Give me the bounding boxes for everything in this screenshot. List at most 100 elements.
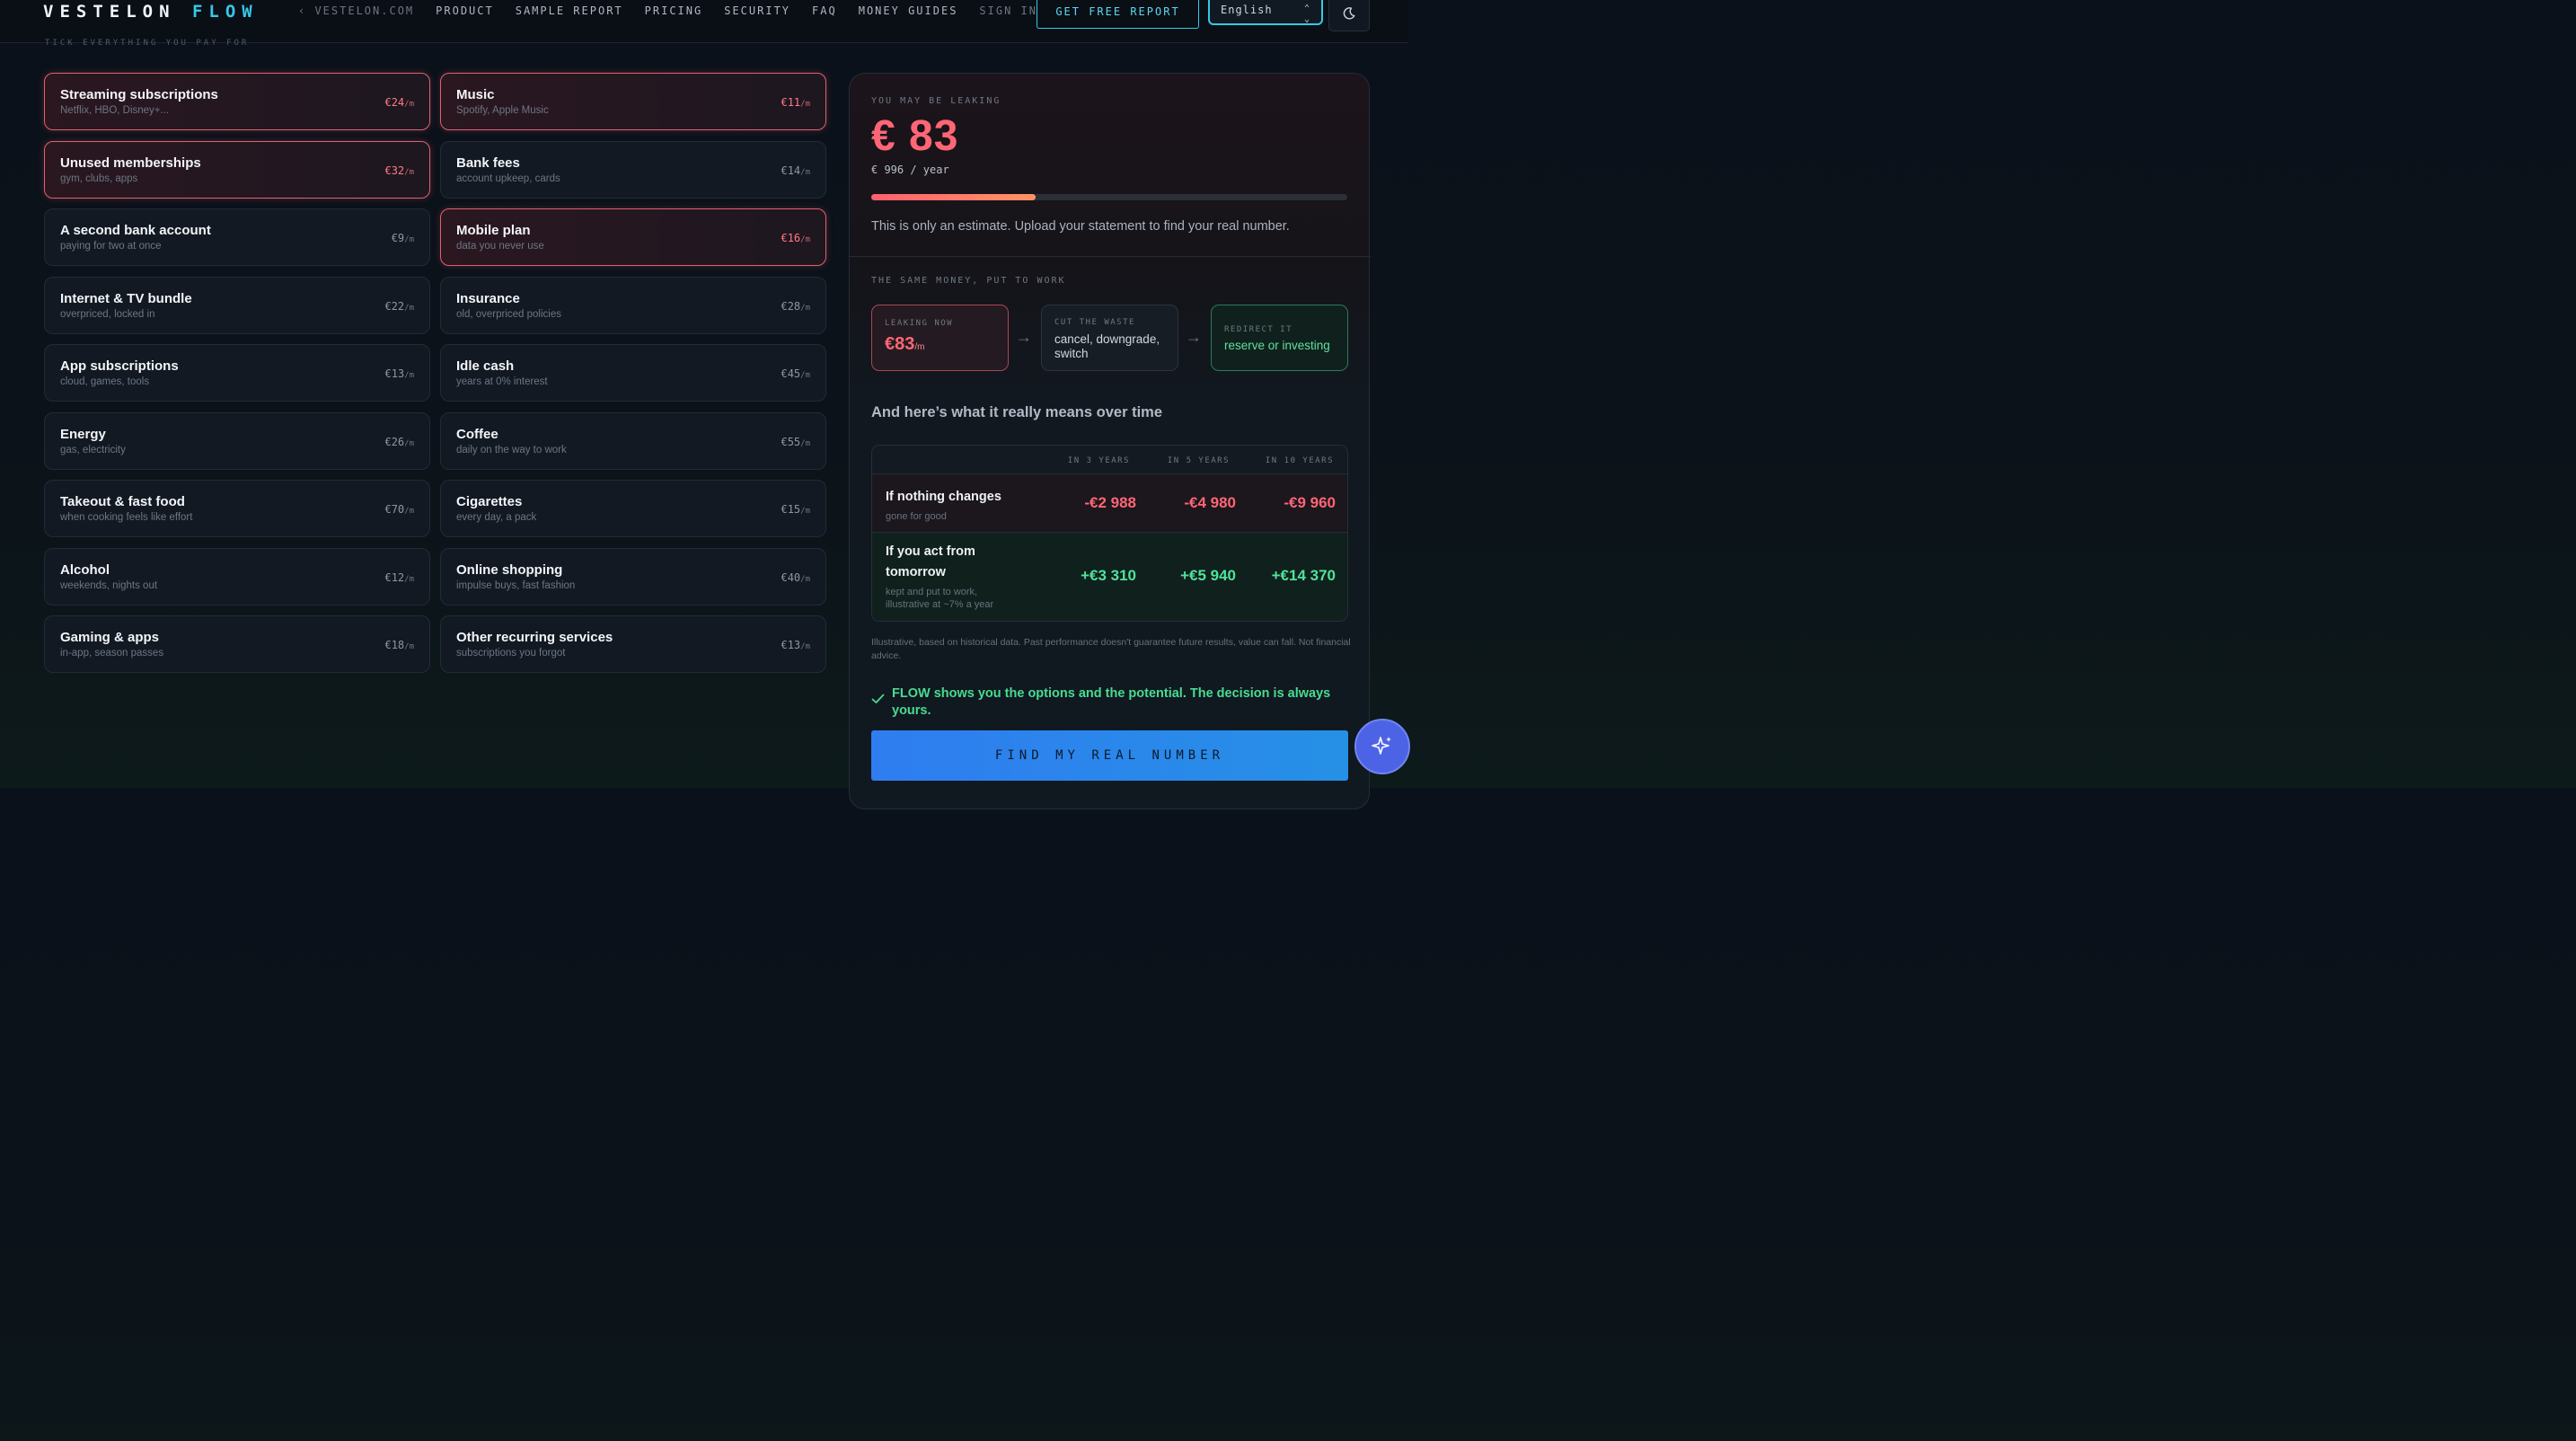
expense-title: Idle cash	[456, 358, 515, 374]
expense-price: €13/m	[781, 639, 810, 651]
expense-card[interactable]: Takeout & fast food when cooking feels li…	[44, 480, 430, 537]
expense-subtitle: years at 0% interest	[456, 376, 548, 387]
brand-logo[interactable]: VESTELON FLOW	[43, 2, 259, 22]
nav-link-product[interactable]: PRODUCT	[436, 4, 494, 17]
expense-price: €55/m	[781, 435, 810, 448]
expense-subtitle: Netflix, HBO, Disney+...	[60, 105, 170, 116]
expense-title: Streaming subscriptions	[60, 87, 218, 102]
nav-link-sample-report[interactable]: SAMPLE REPORT	[516, 4, 623, 17]
value-3y: +€3 310	[1081, 567, 1136, 584]
expense-title: App subscriptions	[60, 358, 179, 374]
expense-title: Music	[456, 87, 495, 102]
expense-title: Unused memberships	[60, 155, 201, 171]
row-title: If you act from tomorrow	[886, 544, 975, 579]
expense-price: €22/m	[384, 299, 414, 313]
leaking-label: YOU MAY BE LEAKING	[871, 96, 1001, 106]
expense-card[interactable]: Coffee daily on the way to work €55/m	[440, 411, 826, 470]
expense-subtitle: account upkeep, cards	[456, 172, 560, 184]
expense-price: €14/m	[781, 164, 810, 177]
cut-waste-text: cancel, downgrade, switch	[1054, 332, 1160, 360]
top-nav: VESTELON FLOW ‹ VESTELON.COM PRODUCT SAM…	[0, 0, 1408, 43]
nav-link-money-guides[interactable]: MONEY GUIDES	[859, 4, 958, 17]
expense-subtitle: impulse buys, fast fashion	[456, 579, 576, 591]
expense-title: Mobile plan	[456, 223, 531, 238]
expense-subtitle: cloud, games, tools	[60, 376, 150, 387]
expense-card[interactable]: Internet & TV bundle overpriced, locked i…	[44, 276, 430, 334]
moon-icon	[1343, 6, 1355, 19]
estimate-note: This is only an estimate. Upload your st…	[871, 219, 1290, 234]
find-my-real-number-button[interactable]: FIND MY REAL NUMBER	[871, 730, 1348, 781]
expense-card[interactable]: Gaming & apps in-app, season passes €18/m	[44, 615, 430, 673]
expense-card[interactable]: Alcohol weekends, nights out €12/m	[44, 547, 430, 606]
expense-title: Insurance	[456, 290, 520, 306]
theme-toggle-button[interactable]	[1328, 0, 1370, 31]
leaking-now-value: €83/m	[885, 334, 925, 354]
leak-progress-bar	[871, 194, 1347, 200]
column-header-3y: IN 3 YEARS	[1067, 456, 1130, 465]
expense-card[interactable]: Streaming subscriptions Netflix, HBO, Dis…	[44, 73, 430, 130]
expense-price: €12/m	[384, 570, 414, 584]
column-header-5y: IN 5 YEARS	[1167, 456, 1230, 465]
assistant-button[interactable]	[1354, 719, 1410, 774]
leaking-now-label: LEAKING NOW	[885, 319, 954, 328]
expense-subtitle: Spotify, Apple Music	[456, 105, 549, 116]
get-free-report-button[interactable]: GET FREE REPORT	[1037, 0, 1199, 29]
expense-price: €15/m	[781, 503, 810, 516]
value-3y: -€2 988	[1084, 494, 1136, 511]
cut-waste-box: CUT THE WASTE cancel, downgrade, switch	[1041, 305, 1178, 371]
expense-price: €13/m	[384, 367, 414, 380]
language-select[interactable]: English ⌃ ⌄	[1208, 0, 1323, 25]
expense-card[interactable]: Music Spotify, Apple Music €11/m	[440, 73, 826, 130]
expense-price: €16/m	[781, 232, 810, 244]
leaking-now-box: LEAKING NOW €83/m	[871, 305, 1009, 371]
expense-price: €40/m	[781, 570, 810, 584]
redirect-text: reserve or investing	[1224, 339, 1330, 352]
expense-price: €28/m	[781, 299, 810, 313]
table-row: If nothing changes gone for good -€2 988…	[872, 473, 1347, 531]
value-10y: +€14 370	[1271, 567, 1336, 584]
expense-card[interactable]: Energy gas, electricity €26/m	[44, 411, 430, 470]
expense-card[interactable]: A second bank account paying for two at o…	[44, 208, 430, 266]
over-time-heading: And here’s what it really means over tim…	[871, 404, 1163, 420]
expense-price: €24/m	[384, 96, 414, 109]
expense-title: A second bank account	[60, 223, 211, 238]
expense-card[interactable]: Mobile plan data you never use €16/m	[440, 208, 826, 266]
column-header-10y: IN 10 YEARS	[1265, 456, 1334, 465]
brand-accent: FLOW	[191, 2, 259, 22]
expense-price: €11/m	[781, 96, 810, 109]
expense-card[interactable]: Bank fees account upkeep, cards €14/m	[440, 140, 826, 199]
redirect-box: REDIRECT IT reserve or investing	[1211, 305, 1348, 371]
sparkle-icon	[1372, 737, 1391, 755]
expense-title: Online shopping	[456, 561, 563, 578]
section-label: TICK EVERYTHING YOU PAY FOR	[45, 39, 250, 48]
nav-link-security[interactable]: SECURITY	[724, 4, 790, 17]
expense-subtitle: in-app, season passes	[60, 648, 164, 659]
expense-card[interactable]: Insurance old, overpriced policies €28/m	[440, 276, 826, 334]
nav-link-faq[interactable]: FAQ	[812, 4, 837, 17]
expense-subtitle: old, overpriced policies	[456, 308, 561, 320]
expense-card[interactable]: Other recurring services subscriptions yo…	[440, 615, 826, 673]
expense-card[interactable]: Idle cash years at 0% interest €45/m	[440, 344, 826, 402]
expense-subtitle: every day, a pack	[456, 512, 537, 523]
expense-price: €18/m	[384, 639, 414, 651]
expense-title: Alcohol	[60, 561, 110, 578]
leak-per-year: € 996 / year	[871, 164, 949, 176]
expense-card[interactable]: Unused memberships gym, clubs, apps €32/m	[44, 140, 430, 199]
expense-card[interactable]: App subscriptions cloud, games, tools €13/…	[44, 344, 430, 402]
expense-subtitle: gym, clubs, apps	[60, 172, 138, 184]
expense-title: Takeout & fast food	[60, 494, 185, 509]
nav-link-sign-in[interactable]: SIGN IN	[979, 4, 1037, 17]
expense-price: €26/m	[384, 435, 414, 448]
expense-card[interactable]: Cigarettes every day, a pack €15/m	[440, 480, 826, 537]
nav-links: ‹ VESTELON.COM PRODUCT SAMPLE REPORT PRI…	[298, 4, 1059, 17]
expense-subtitle: daily on the way to work	[456, 444, 567, 455]
nav-link-pricing[interactable]: PRICING	[645, 4, 703, 17]
expense-price: €32/m	[384, 164, 414, 177]
expense-title: Internet & TV bundle	[60, 290, 192, 306]
nav-link-vestelon[interactable]: ‹ VESTELON.COM	[298, 4, 414, 17]
expense-card[interactable]: Online shopping impulse buys, fast fashio…	[440, 547, 826, 606]
language-value: English	[1221, 4, 1273, 16]
expense-title: Bank fees	[456, 155, 520, 171]
expense-price: €9/m	[391, 232, 414, 244]
expense-subtitle: weekends, nights out	[60, 579, 158, 591]
